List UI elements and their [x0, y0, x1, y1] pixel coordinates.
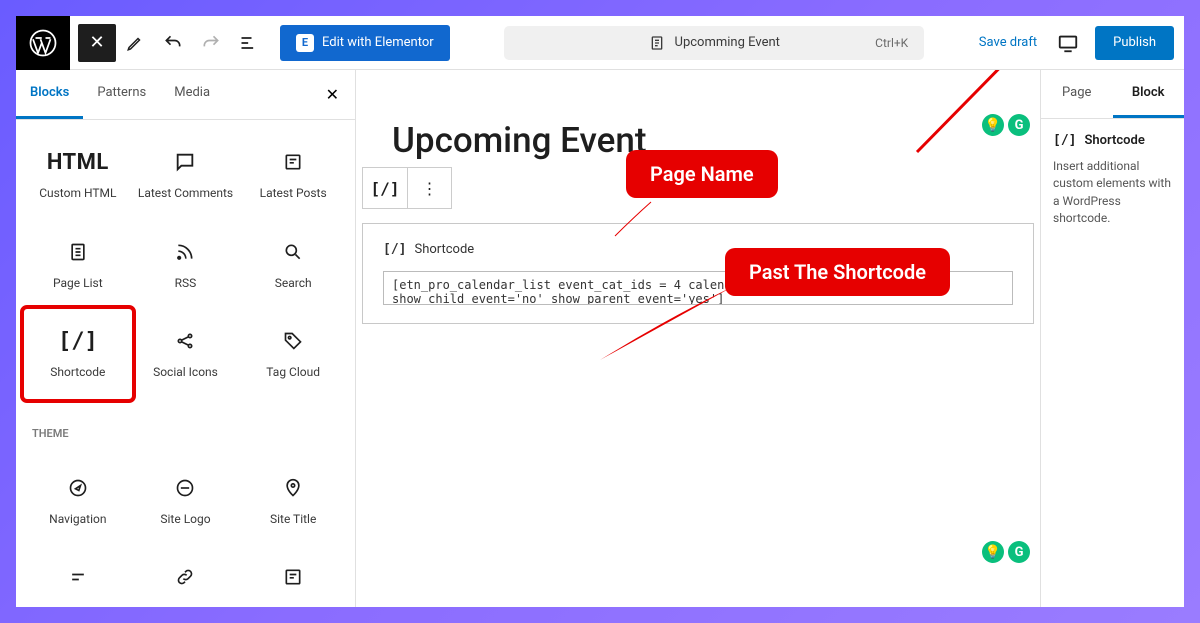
block-inserter-panel: Blocks Patterns Media ✕ HTMLCustom HTML …	[16, 70, 356, 607]
editor-canvas[interactable]: Upcoming Event [/] ⋮ [/] Shortcode [etn_…	[356, 70, 1040, 607]
settings-block-desc: Insert additional custom elements with a…	[1053, 158, 1172, 228]
share-icon	[175, 327, 195, 355]
section-theme: THEME	[16, 409, 355, 446]
posts-icon	[283, 148, 303, 176]
tab-patterns[interactable]: Patterns	[83, 70, 160, 119]
compass-icon	[68, 474, 88, 502]
edit-icon[interactable]	[116, 24, 154, 62]
block-more-icon[interactable]: ⋮	[407, 168, 451, 208]
block-social-icons[interactable]: Social Icons	[132, 309, 240, 399]
settings-body: [/] Shortcode Insert additional custom e…	[1041, 119, 1184, 242]
list-box-icon	[283, 563, 303, 591]
block-shortcode[interactable]: [/]Shortcode	[24, 309, 132, 399]
redo-icon[interactable]	[192, 24, 230, 62]
tab-media[interactable]: Media	[160, 70, 224, 119]
page-icon	[649, 35, 665, 51]
close-inserter-icon[interactable]: ✕	[310, 70, 355, 119]
block-page-list[interactable]: Page List	[24, 220, 132, 310]
block-toolbar: [/] ⋮	[362, 167, 452, 209]
block-site-title[interactable]: Site Title	[239, 456, 347, 546]
tab-page[interactable]: Page	[1041, 70, 1113, 118]
page-list-icon	[68, 238, 88, 266]
tab-block[interactable]: Block	[1113, 70, 1185, 118]
callout-page-name: Page Name	[626, 150, 778, 198]
edit-with-elementor-button[interactable]: E Edit with Elementor	[280, 25, 450, 61]
block-latest-posts[interactable]: Latest Posts	[239, 130, 347, 220]
shortcode-icon: [/]	[383, 242, 406, 257]
bulb-icon[interactable]: 💡	[982, 114, 1004, 136]
block-navigation[interactable]: Navigation	[24, 456, 132, 546]
close-inserter-button[interactable]: ✕	[78, 24, 116, 62]
block-latest-comments[interactable]: Latest Comments	[132, 130, 240, 220]
inserter-tabs: Blocks Patterns Media ✕	[16, 70, 355, 120]
tag-icon	[283, 327, 303, 355]
shortcode-icon: [/]	[1053, 133, 1076, 148]
settings-block-title: [/] Shortcode	[1053, 133, 1172, 148]
site-logo-icon	[175, 474, 195, 502]
link-icon	[175, 563, 195, 591]
grammarly-icon[interactable]: G	[1008, 541, 1030, 563]
comment-icon	[174, 148, 196, 176]
assistant-badges-top: 💡 G	[982, 114, 1030, 136]
bulb-icon[interactable]: 💡	[982, 541, 1004, 563]
command-center: Upcomming Event Ctrl+K	[450, 26, 979, 60]
shortcode-label: Shortcode	[414, 242, 474, 257]
rss-icon	[175, 238, 195, 266]
shortcode-icon: [/]	[58, 327, 98, 355]
wordpress-logo[interactable]	[16, 16, 70, 70]
settings-tabs: Page Block	[1041, 70, 1184, 119]
command-pill[interactable]: Upcomming Event Ctrl+K	[504, 26, 924, 60]
block-custom-html[interactable]: HTMLCustom HTML	[24, 130, 132, 220]
save-draft-button[interactable]: Save draft	[979, 35, 1037, 50]
grammarly-icon[interactable]: G	[1008, 114, 1030, 136]
command-shortcut: Ctrl+K	[875, 36, 908, 50]
assistant-badges-bottom: 💡 G	[982, 541, 1030, 563]
elementor-icon: E	[296, 34, 314, 52]
main-area: Blocks Patterns Media ✕ HTMLCustom HTML …	[16, 70, 1184, 607]
block-type-icon[interactable]: [/]	[363, 168, 407, 208]
search-icon	[283, 238, 303, 266]
publish-button[interactable]: Publish	[1095, 26, 1174, 60]
elementor-button-label: Edit with Elementor	[322, 35, 434, 50]
command-pill-title: Upcomming Event	[675, 35, 780, 50]
block-search[interactable]: Search	[239, 220, 347, 310]
map-pin-icon	[283, 474, 303, 502]
block-grid-theme: Navigation Site Logo Site Title	[16, 446, 355, 607]
top-toolbar: ✕ E Edit with Elementor Upcomming Event …	[16, 16, 1184, 70]
block-extra-3[interactable]	[239, 545, 347, 607]
block-site-logo[interactable]: Site Logo	[132, 456, 240, 546]
callout-paste-shortcode: Past The Shortcode	[725, 248, 950, 296]
lines-icon	[68, 563, 88, 591]
preview-icon[interactable]	[1051, 26, 1085, 60]
block-extra-2[interactable]	[132, 545, 240, 607]
list-view-icon[interactable]	[230, 24, 268, 62]
editor-frame: ✕ E Edit with Elementor Upcomming Event …	[16, 16, 1184, 607]
settings-panel: Page Block [/] Shortcode Insert addition…	[1040, 70, 1184, 607]
block-tag-cloud[interactable]: Tag Cloud	[239, 309, 347, 399]
block-rss[interactable]: RSS	[132, 220, 240, 310]
block-grid: HTMLCustom HTML Latest Comments Latest P…	[16, 120, 355, 409]
tab-blocks[interactable]: Blocks	[16, 70, 83, 119]
undo-icon[interactable]	[154, 24, 192, 62]
html-icon: HTML	[47, 148, 109, 176]
block-extra-1[interactable]	[24, 545, 132, 607]
